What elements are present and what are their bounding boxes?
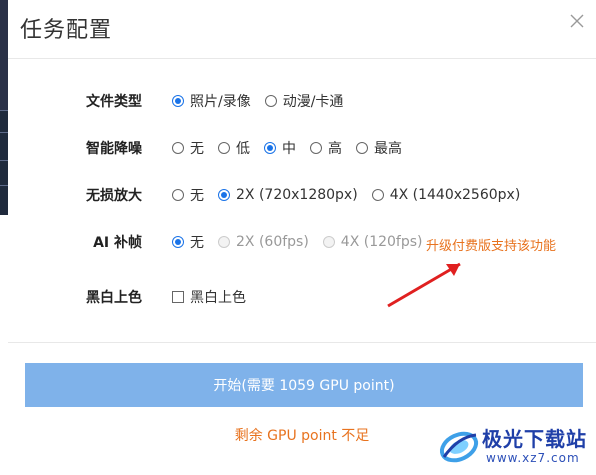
denoise-low-option[interactable]: 低 [218, 138, 250, 158]
task-config-dialog: 任务配置 文件类型 照片/录像 动漫/卡通 智能降噪 无 低 中 高 最高 无损… [8, 0, 596, 475]
close-icon[interactable] [568, 12, 586, 30]
dialog-title: 任务配置 [20, 18, 113, 43]
radio-button[interactable] [218, 142, 230, 154]
denoise-label: 智能降噪 [86, 141, 142, 157]
row-file-type: 文件类型 照片/录像 动漫/卡通 [8, 89, 596, 113]
frame-interp-4x-option: 4X (120fps) [322, 234, 423, 250]
radio-button[interactable] [310, 142, 322, 154]
radio-button [322, 236, 335, 248]
aurora-logo-icon [439, 431, 479, 463]
row-colorize: 黑白上色 黑白上色 [8, 285, 596, 309]
file-type-photo-option[interactable]: 照片/录像 [172, 91, 251, 111]
radio-button[interactable] [172, 95, 184, 107]
denoise-none-option[interactable]: 无 [172, 138, 204, 158]
frame-interp-2x-option: 2X (60fps) [218, 234, 309, 250]
denoise-high-option[interactable]: 高 [310, 138, 342, 158]
frame-interp-label: AI 补帧 [93, 235, 142, 251]
row-upscale: 无损放大 无 2X (720x1280px) 4X (1440x2560px) [8, 183, 596, 207]
radio-button[interactable] [356, 142, 368, 154]
file-type-anime-option[interactable]: 动漫/卡通 [264, 91, 343, 111]
denoise-highest-option[interactable]: 最高 [356, 138, 402, 158]
radio-button[interactable] [218, 189, 230, 201]
footer-divider [8, 342, 596, 343]
background-app-strip [0, 0, 8, 475]
radio-button[interactable] [264, 142, 276, 154]
start-button[interactable]: 开始(需要 1059 GPU point) [25, 363, 583, 407]
denoise-medium-option[interactable]: 中 [264, 138, 296, 158]
row-denoise: 智能降噪 无 低 中 高 最高 [8, 136, 596, 160]
radio-button[interactable] [371, 189, 384, 201]
radio-button[interactable] [172, 189, 184, 201]
file-type-label: 文件类型 [86, 94, 142, 110]
upscale-4x-option[interactable]: 4X (1440x2560px) [371, 187, 520, 203]
radio-button[interactable] [264, 95, 277, 107]
radio-button[interactable] [172, 236, 184, 248]
colorize-label: 黑白上色 [86, 290, 142, 306]
watermark-name: 极光下载站 [482, 427, 587, 451]
upgrade-link[interactable]: 升级付费版支持该功能 [426, 235, 556, 254]
watermark-url: www.xz7.com [486, 451, 580, 465]
upscale-none-option[interactable]: 无 [172, 185, 204, 205]
radio-button[interactable] [172, 142, 184, 154]
checkbox[interactable] [172, 291, 184, 303]
watermark: 极光下载站 www.xz7.com [438, 423, 588, 471]
header-divider [8, 58, 596, 59]
colorize-option[interactable]: 黑白上色 [172, 287, 246, 307]
upscale-2x-option[interactable]: 2X (720x1280px) [218, 187, 358, 203]
radio-button [218, 236, 230, 248]
frame-interp-none-option[interactable]: 无 [172, 232, 204, 252]
upscale-label: 无损放大 [86, 188, 142, 204]
